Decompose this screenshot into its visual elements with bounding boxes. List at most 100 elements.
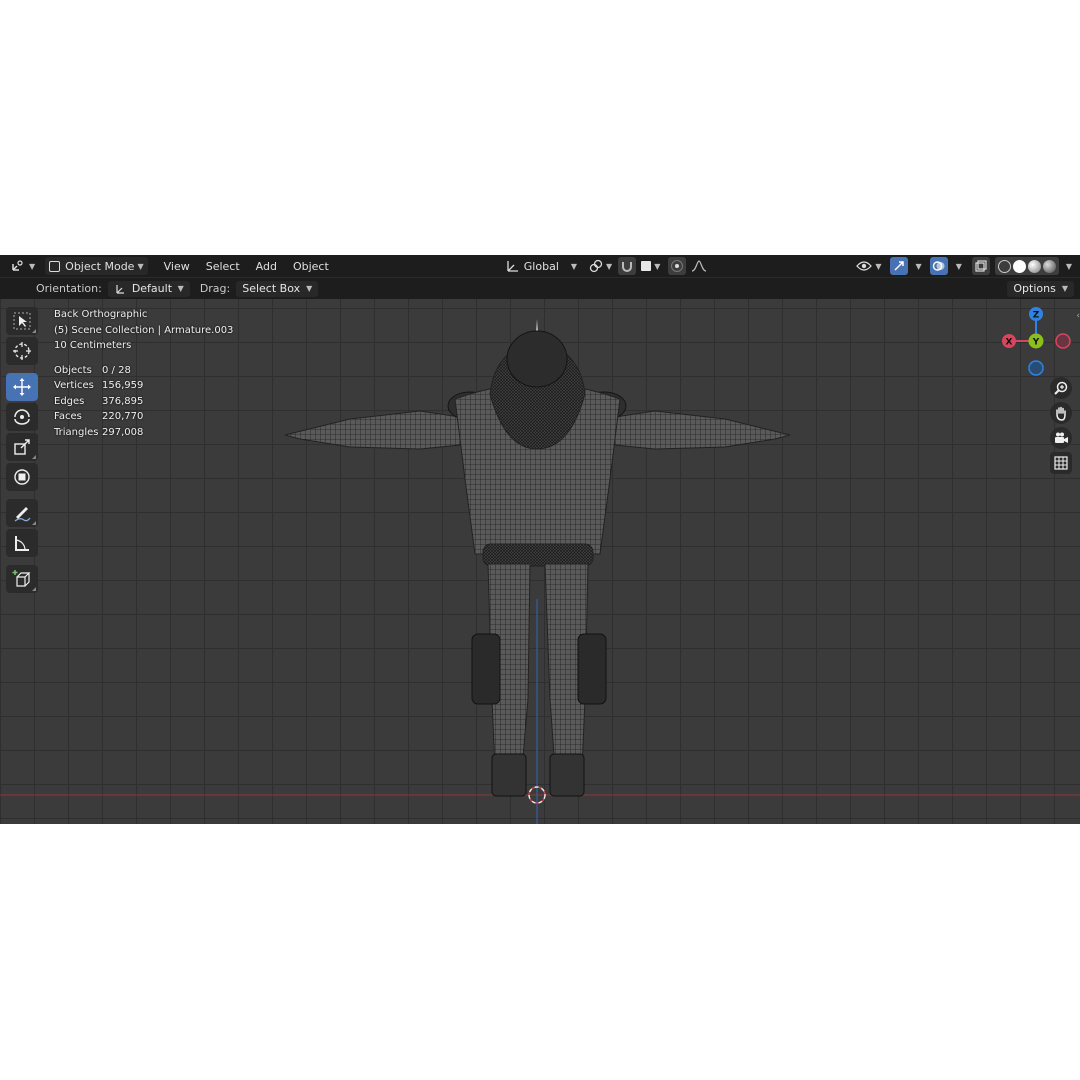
snap-target-selector[interactable]: ▼ [637,257,664,275]
mode-selector[interactable]: Object Mode ▼ [45,257,148,275]
object-mode-icon [49,260,61,272]
xray-toggle[interactable] [971,257,990,275]
annotate-tool[interactable] [6,499,38,527]
solid-shading-button[interactable] [1012,259,1026,273]
pivot-point-selector[interactable]: ▼ [585,257,616,275]
gizmo-y-label: Y [1032,338,1040,348]
options-label: Options [1013,282,1056,295]
options-dropdown[interactable]: Options ▼ [1007,280,1074,297]
gizmo-z-label: Z [1033,311,1040,321]
zoom-button[interactable] [1050,377,1072,399]
orientation-dropdown[interactable]: Default ▼ [107,280,190,297]
proportional-edit-toggle[interactable] [668,257,687,275]
pan-button[interactable] [1050,402,1072,424]
gizmo-toggle[interactable] [889,257,908,275]
chevron-down-icon: ▼ [955,261,962,271]
ruler-icon [15,536,29,551]
chevron-down-icon: ▼ [915,261,922,271]
viewport-header: ▼ Object Mode ▼ View Select Add Object G… [0,255,1080,277]
scale-tool[interactable] [6,433,38,461]
stat-row: Faces 220,770 [54,411,144,422]
left-boot [491,753,527,797]
chevron-down-icon: ▼ [29,261,36,271]
stat-row: Edges 376,895 [54,395,144,407]
grid-icon [1054,456,1068,470]
menu-object[interactable]: Object [289,257,333,275]
scene-statistics: Objects 0 / 28 Vertices 156,959 Edges 376,8… [54,363,233,441]
orientation-label: Global [523,259,559,273]
rendered-shading-button[interactable] [1042,259,1056,273]
stat-row: Objects 0 / 28 [54,364,131,376]
measure-tool[interactable] [6,529,38,557]
gizmo-dropdown[interactable]: ▼ [909,257,926,275]
menu-view[interactable]: View [160,257,194,275]
editor-type-button[interactable]: ▼ [6,257,39,275]
select-box-tool[interactable] [6,307,38,335]
tool-header: Orientation: Default ▼ Drag: Select Box … [0,277,1080,299]
orientation-field-label: Orientation: [36,282,102,295]
orientation-value: Default [131,282,173,295]
right-boot [549,753,585,797]
tool-shelf [6,307,40,595]
material-shading-button[interactable] [1027,259,1041,273]
transform-tool[interactable] [6,463,38,491]
hand-icon [1056,406,1066,421]
collection-name: (5) Scene Collection | Armature.003 [54,324,234,336]
menu-add[interactable]: Add [252,257,281,275]
drag-dropdown[interactable]: Select Box ▼ [236,280,319,297]
overlay-dropdown[interactable]: ▼ [949,257,966,275]
grid-scale: 10 Centimeters [54,340,132,351]
drag-value: Select Box [242,282,301,295]
tool-variants-marker [32,587,36,591]
gizmo-neg-x[interactable] [1055,333,1071,349]
gizmo-icon [894,261,904,271]
camera-view-button[interactable] [1050,427,1072,449]
chevron-down-icon: ▼ [306,284,313,293]
falloff-selector[interactable] [687,257,711,275]
rotate-tool[interactable] [6,403,38,431]
projection-toggle-button[interactable] [1050,452,1072,474]
editor-type-icon [12,260,23,271]
viewport-info-overlay: Back Orthographic (5) Scene Collection |… [54,307,233,440]
camera-icon [1055,432,1068,443]
stat-row: Vertices 156,959 [54,380,144,391]
3d-cursor-icon [13,342,31,360]
add-cube-icon [12,570,31,587]
overlay-toggle[interactable] [929,257,948,275]
move-tool[interactable] [6,373,38,401]
head [506,330,568,388]
shading-mode-group [994,257,1059,275]
snap-toggle[interactable] [618,257,637,275]
tool-variants-marker [32,455,36,459]
gizmo-x-label: X [1006,338,1013,348]
stat-row: Triangles 297,008 [54,426,144,438]
drag-field-label: Drag: [199,282,231,295]
3d-viewport[interactable]: Back Orthographic (5) Scene Collection |… [0,299,1080,824]
visibility-selector[interactable]: ▼ [852,257,885,275]
chevron-down-icon: ▼ [1061,284,1068,293]
gizmo-neg-z[interactable] [1028,360,1044,376]
transform-orientation-selector[interactable]: Global ▼ [501,257,581,275]
tool-variants-marker [32,329,36,333]
pencil-icon [14,507,31,522]
navigation-gizmo[interactable]: Z X Y [996,301,1076,381]
chevron-down-icon: ▼ [137,261,144,271]
transform-icon [14,469,30,485]
chevron-down-icon: ▼ [1065,261,1072,271]
chevron-down-icon: ▼ [570,261,578,271]
shading-dropdown[interactable]: ▼ [1059,257,1076,275]
wireframe-shading-button[interactable] [997,259,1011,273]
view-name: Back Orthographic [54,309,148,320]
chevron-down-icon: ▼ [177,284,184,293]
overlay-icon [932,261,945,271]
proportional-edit-icon [671,260,684,272]
rotate-icon [14,409,30,425]
menu-select[interactable]: Select [202,257,244,275]
add-cube-tool[interactable] [6,565,38,593]
xray-icon [975,260,987,272]
eye-icon [856,261,873,271]
sidebar-toggle-arrow[interactable]: ‹ [1076,311,1080,321]
blender-window: ▼ Object Mode ▼ View Select Add Object G… [0,255,1080,824]
cursor-tool[interactable] [6,337,38,365]
snap-increment-icon [641,261,652,271]
